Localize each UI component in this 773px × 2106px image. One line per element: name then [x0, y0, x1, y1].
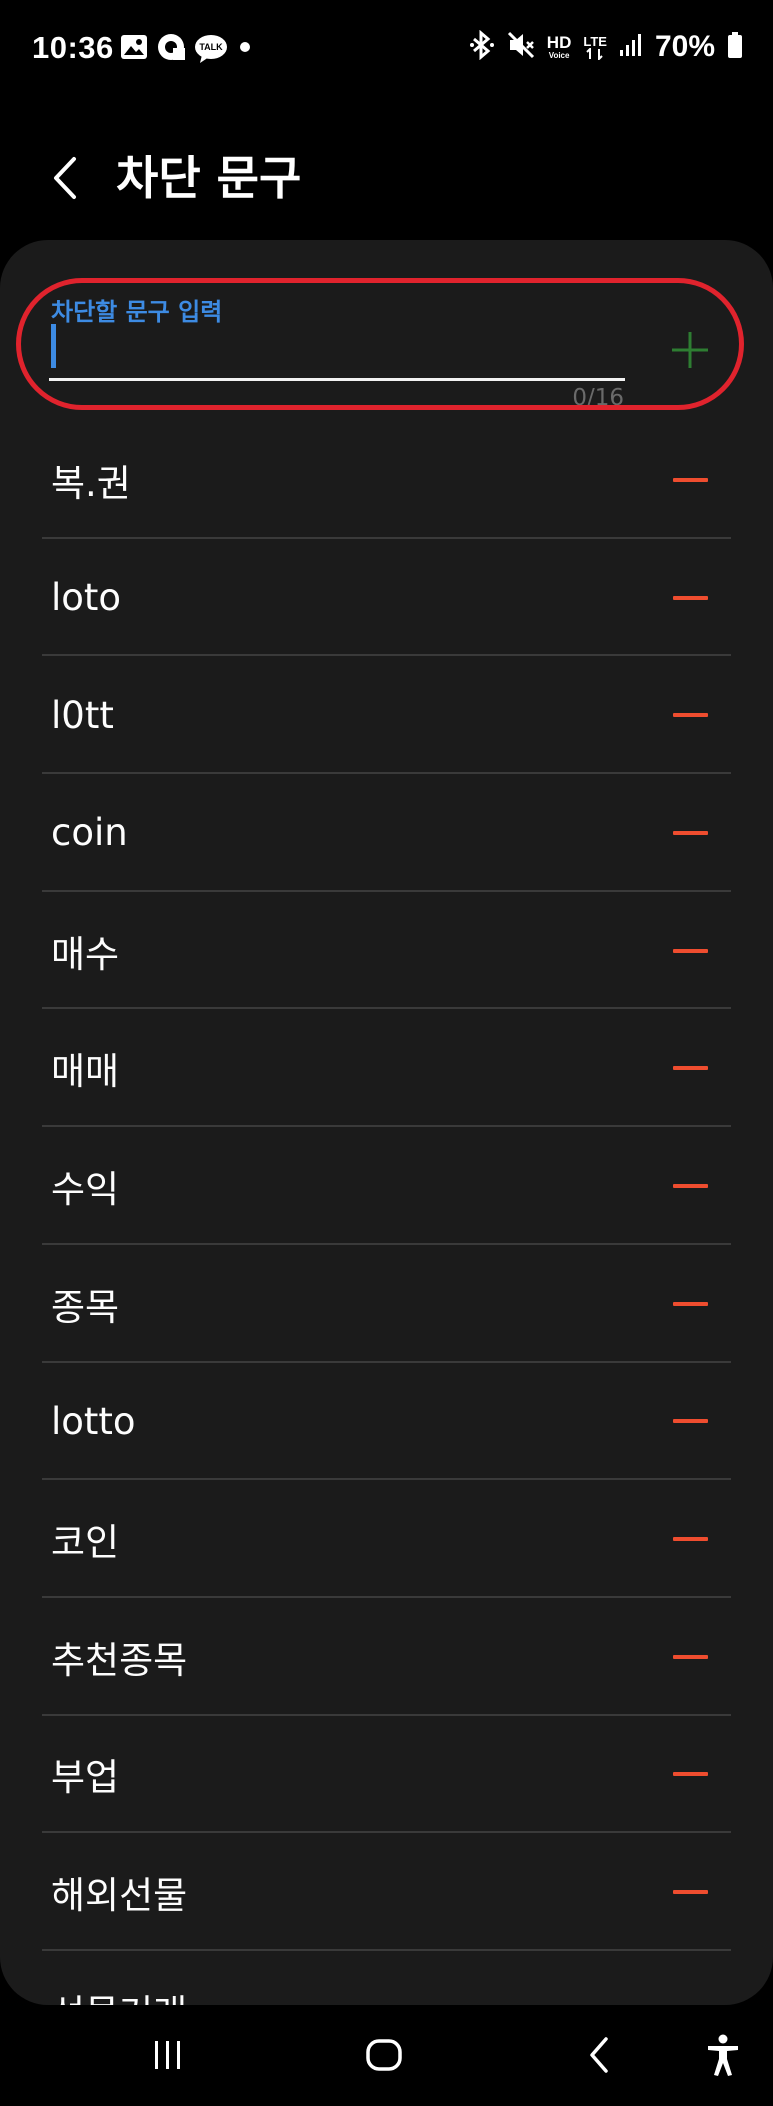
status-time: 10:36 [32, 30, 114, 65]
minus-icon [672, 1890, 708, 1895]
phrase-label: 매매 [51, 1050, 120, 1094]
minus-icon [672, 477, 708, 482]
minus-icon [672, 595, 708, 600]
recent-apps-icon [155, 2041, 180, 2069]
battery-icon [727, 31, 743, 63]
highlight-annotation [16, 278, 744, 410]
accessibility-icon [708, 2034, 738, 2076]
phrase-label: 추천종목 [51, 1638, 188, 1682]
remove-phrase-button[interactable] [672, 892, 708, 1010]
phrase-label: 부업 [51, 1756, 120, 1800]
back-button[interactable] [40, 148, 90, 208]
home-button[interactable] [354, 2025, 414, 2085]
voice-label: Voice [548, 50, 570, 60]
phrase-list-item: coin [0, 774, 773, 892]
phrase-list-item: 복.권 [0, 421, 773, 539]
phrase-list-item: l0tt [0, 656, 773, 775]
signal-icon [619, 32, 643, 62]
remove-phrase-button[interactable] [672, 539, 708, 657]
remove-phrase-button[interactable] [672, 1245, 708, 1363]
phrase-list-item: 수익 [0, 1127, 773, 1245]
minus-icon [672, 1301, 708, 1306]
battery-percent: 70% [654, 30, 715, 63]
blocked-phrases-card: 차단할 문구 입력 0/16 복.권 loto l0tt coin 매수 매매 수익 종목 lo… [0, 240, 773, 2005]
system-icons: HD Voice LTE 70% [469, 29, 743, 64]
minus-icon [672, 948, 708, 953]
remove-phrase-button[interactable] [672, 1951, 708, 2005]
hd-voice-icon: HD Voice [546, 32, 572, 60]
home-icon [366, 2039, 402, 2071]
chevron-left-icon [54, 157, 76, 199]
remove-phrase-button[interactable] [672, 421, 708, 539]
phrase-label: 종목 [51, 1285, 120, 1329]
phrase-list-item: 해외선물 [0, 1833, 773, 1951]
minus-icon [672, 713, 708, 718]
accessibility-button[interactable] [693, 2025, 753, 2085]
phrase-list-item: 부업 [0, 1716, 773, 1834]
minus-icon [672, 1537, 708, 1542]
lte-label: LTE [583, 33, 607, 49]
kakaotalk-icon: TALK [194, 34, 228, 64]
phrase-label: lotto [51, 1399, 136, 1443]
blocked-phrase-list: 복.권 loto l0tt coin 매수매매수익종목 lotto 코인추천종목부업해외선물… [0, 421, 773, 2005]
lte-icon: LTE [583, 35, 607, 60]
remove-phrase-button[interactable] [672, 1009, 708, 1127]
remove-phrase-button[interactable] [672, 1833, 708, 1951]
phrase-list-item: 코인 [0, 1480, 773, 1598]
phrase-label: 매수 [51, 932, 120, 976]
minus-icon [672, 1654, 708, 1659]
phrase-label: coin [51, 811, 128, 855]
phrase-list-item: 종목 [0, 1245, 773, 1363]
back-icon [590, 2037, 608, 2073]
minus-icon [672, 1066, 708, 1071]
phrase-label: l0tt [51, 693, 114, 737]
phrase-list-item: 매수 [0, 892, 773, 1010]
remove-phrase-button[interactable] [672, 656, 708, 774]
remove-phrase-button[interactable] [672, 1480, 708, 1598]
phrase-label: 수익 [51, 1167, 120, 1211]
status-bar: 10:36 TALK HD Voice LTE 70% [0, 0, 773, 100]
minus-icon [672, 1183, 708, 1188]
phrase-list-item: 매매 [0, 1009, 773, 1128]
remove-phrase-button[interactable] [672, 1127, 708, 1245]
page-title: 차단 문구 [116, 151, 302, 205]
gallery-icon [120, 34, 148, 64]
hd-label: HD [546, 32, 572, 52]
notification-icons: TALK [120, 32, 254, 66]
phrase-label: 코인 [51, 1521, 120, 1565]
remove-phrase-button[interactable] [672, 1598, 708, 1716]
minus-icon [672, 1772, 708, 1777]
recent-apps-button[interactable] [138, 2025, 198, 2085]
navigation-bar [0, 2005, 773, 2106]
phrase-label: loto [51, 576, 122, 620]
phrase-label: 복.권 [51, 461, 131, 505]
phrase-list-item: loto [0, 539, 773, 657]
remove-phrase-button[interactable] [672, 1363, 708, 1481]
remove-phrase-button[interactable] [672, 774, 708, 892]
header: 차단 문구 [0, 130, 773, 220]
bluetooth-icon [469, 29, 495, 64]
remove-phrase-button[interactable] [672, 1716, 708, 1834]
phrase-list-item: lotto [0, 1363, 773, 1481]
more-dot-icon [236, 38, 254, 60]
nav-back-button[interactable] [570, 2025, 630, 2085]
phrase-label: 해외선물 [51, 1874, 188, 1918]
phrase-list-item: 추천종목 [0, 1598, 773, 1716]
phrase-label: 선물거래 [51, 1951, 187, 2005]
minus-icon [672, 830, 708, 835]
phrase-list-item: 선물거래 [0, 1951, 773, 2005]
minus-icon [672, 1419, 708, 1424]
mute-icon [507, 30, 535, 64]
kakaotalk-badge-text: TALK [199, 42, 223, 52]
assistant-icon [156, 32, 186, 66]
